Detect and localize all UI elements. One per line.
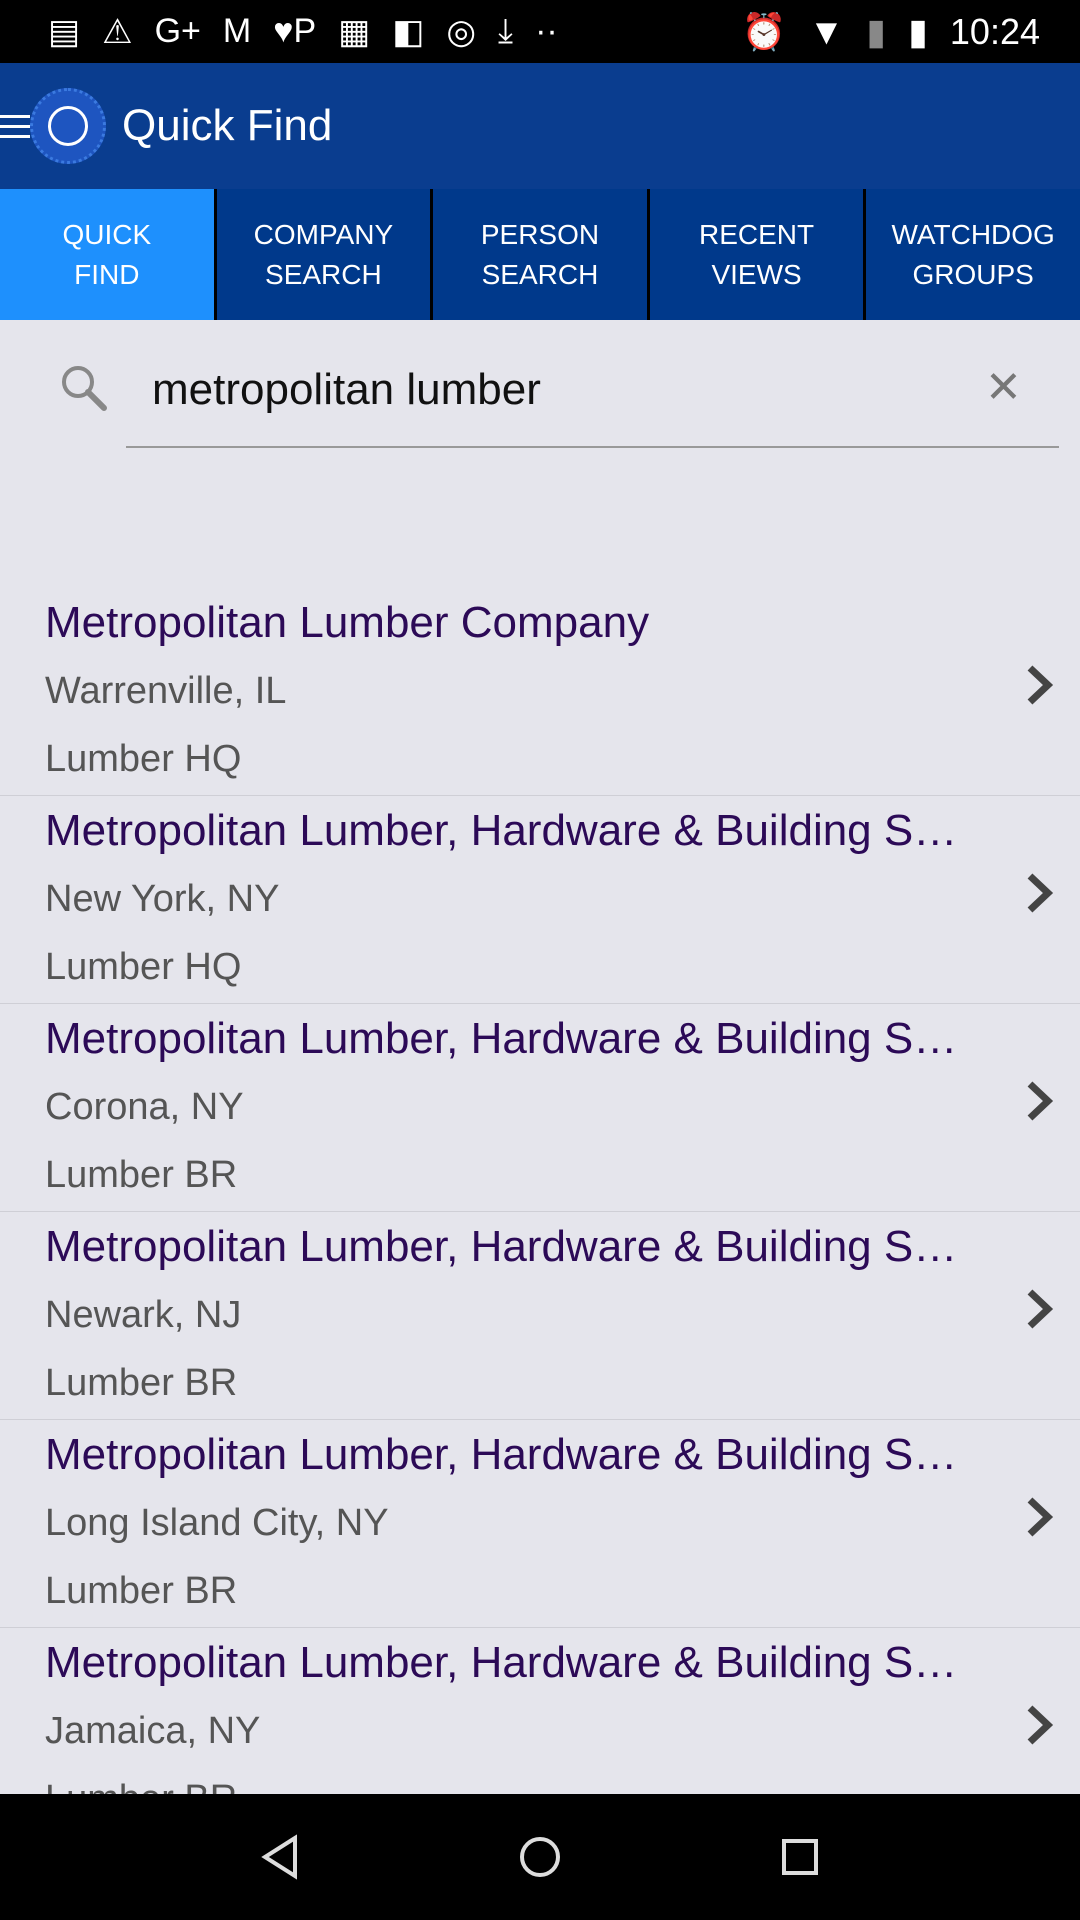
search-icon [62, 366, 107, 411]
company-type: Lumber BR [45, 1362, 238, 1404]
menu-icon[interactable] [0, 114, 30, 138]
company-type: Lumber BR [45, 1570, 238, 1612]
tab-label: VIEWS [711, 258, 802, 290]
chevron-right-icon [1027, 873, 1054, 913]
tab-company-search[interactable]: COMPANY SEARCH [216, 189, 431, 320]
company-location: Newark, NJ [45, 1294, 242, 1336]
back-icon[interactable] [255, 1832, 305, 1882]
company-type: Lumber HQ [45, 738, 242, 780]
tab-label: FIND [74, 258, 140, 290]
tab-label: QUICK [62, 218, 152, 250]
company-name: Metropolitan Lumber, Hardware & Building… [45, 806, 975, 855]
chevron-right-icon [1027, 1081, 1054, 1121]
company-name: Metropolitan Lumber, Hardware & Building… [45, 1430, 975, 1479]
company-name: Metropolitan Lumber Company [45, 598, 650, 647]
tab-label: COMPANY [253, 218, 394, 250]
english-app-icon: ▦ [338, 12, 371, 51]
company-name: Metropolitan Lumber, Hardware & Building… [45, 1638, 975, 1687]
company-type: Lumber HQ [45, 946, 242, 988]
home-icon[interactable] [515, 1832, 565, 1882]
tab-label: SEARCH [481, 258, 599, 290]
tab-quick-find[interactable]: QUICK FIND [0, 189, 214, 320]
company-type: Lumber BR [45, 1154, 238, 1196]
tab-label: PERSON [480, 218, 600, 250]
tab-label: WATCHDOG [891, 218, 1055, 250]
tab-label: GROUPS [912, 258, 1034, 290]
gmail-icon: M [222, 12, 252, 50]
list-item[interactable]: Metropolitan Lumber, Hardware & Building… [0, 796, 1080, 1004]
page-title: Quick Find [122, 101, 333, 150]
tab-label: RECENT [699, 218, 815, 250]
more-dots-icon: ·· [535, 12, 558, 50]
search-bar: ✕ [0, 320, 1080, 450]
company-type: Lumber BR [45, 1778, 237, 1794]
instagram-icon: ◎ [446, 12, 477, 51]
company-location: Warrenville, IL [45, 670, 287, 712]
status-bar: ▤ ⚠ G+ M ♥P ▦ ◧ ◎ ⤓ ·· ⏰ ▼ ▮ ▮ 10:24 [0, 0, 1080, 63]
tab-bar: QUICK FIND COMPANY SEARCH PERSON SEARCH REC… [0, 189, 1080, 320]
company-location: Jamaica, NY [45, 1710, 261, 1752]
clear-icon[interactable]: ✕ [985, 362, 1022, 413]
company-name: Metropolitan Lumber, Hardware & Building… [45, 1222, 975, 1271]
app-bar: Quick Find [0, 63, 1080, 189]
alarm-icon: ⏰ [741, 10, 787, 52]
list-item[interactable]: Metropolitan Lumber, Hardware & Building… [0, 1628, 1080, 1794]
company-location: Long Island City, NY [45, 1502, 389, 1544]
logo [30, 88, 106, 164]
download-icon: ⤓ [498, 12, 514, 50]
recents-icon[interactable] [775, 1832, 825, 1882]
media-icon: ◧ [392, 12, 425, 51]
company-name: Metropolitan Lumber, Hardware & Building… [45, 1014, 975, 1063]
list-item[interactable]: Metropolitan Lumber, Hardware & Building… [0, 1004, 1080, 1212]
company-location: Corona, NY [45, 1086, 244, 1128]
tab-recent-views[interactable]: RECENT VIEWS [649, 189, 864, 320]
news-icon: ▤ [48, 12, 81, 51]
chevron-right-icon [1027, 1497, 1054, 1537]
tab-person-search[interactable]: PERSON SEARCH [433, 189, 647, 320]
battery-charging-icon: ▮ [908, 10, 928, 52]
results-list[interactable]: Metropolitan Lumber Company Warrenville, … [0, 588, 1080, 1794]
chevron-right-icon [1027, 665, 1054, 705]
list-item[interactable]: Metropolitan Lumber, Hardware & Building… [0, 1212, 1080, 1420]
search-input[interactable] [126, 360, 986, 420]
no-sim-icon: ▮ [866, 10, 887, 52]
tab-watchdog-groups[interactable]: WATCHDOG GROUPS [866, 189, 1080, 320]
list-item[interactable]: Metropolitan Lumber, Hardware & Building… [0, 1420, 1080, 1628]
chevron-right-icon [1027, 1289, 1054, 1329]
company-location: New York, NY [45, 878, 280, 920]
list-item[interactable]: Metropolitan Lumber Company Warrenville, … [0, 588, 1080, 796]
search-underline [126, 446, 1059, 448]
wifi-icon: ▼ [808, 10, 845, 52]
heart-p-icon: ♥P [273, 12, 317, 50]
clock: 10:24 [949, 10, 1040, 52]
google-plus-icon: G+ [154, 12, 201, 50]
tab-label: SEARCH [265, 258, 382, 290]
chevron-right-icon [1027, 1705, 1054, 1745]
warning-icon: ⚠ [102, 12, 133, 51]
navigation-bar [0, 1794, 1080, 1920]
